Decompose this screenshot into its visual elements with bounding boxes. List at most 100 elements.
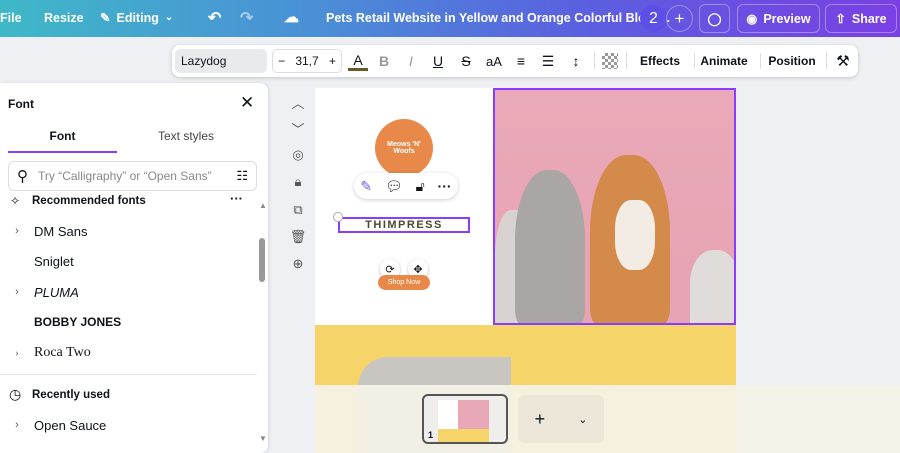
font-size-input[interactable]: 31,7	[295, 54, 318, 68]
chevron-right-icon[interactable]: ›	[0, 419, 34, 431]
comment-button[interactable]: ◯	[699, 4, 730, 33]
italic-icon[interactable]: I	[401, 51, 421, 71]
redo-icon[interactable]: ↷	[240, 8, 253, 28]
pets-photo[interactable]	[493, 88, 736, 325]
paint-roller-icon[interactable]: ⚒	[834, 51, 852, 71]
bold-icon[interactable]: B	[374, 51, 394, 71]
search-icon: ⚲	[17, 168, 28, 185]
animate-button[interactable]: Animate	[700, 53, 748, 69]
divider	[694, 53, 695, 69]
font-label: Open Sauce	[34, 417, 107, 433]
scrollbar-thumb[interactable]	[259, 238, 265, 282]
eye-icon: ◉	[746, 12, 758, 26]
clock-icon: ◷	[9, 386, 22, 402]
recommended-heading: Recommended fonts	[32, 195, 146, 207]
spacing-icon[interactable]: ↕	[566, 51, 586, 71]
font-item-pluma[interactable]: › PLUMA	[0, 278, 250, 306]
chevron-right-icon[interactable]: ›	[0, 347, 34, 359]
duplicate-icon[interactable]: ⧉	[288, 200, 308, 220]
kitten-image	[690, 250, 734, 323]
scroll-up-arrow[interactable]: ▲	[259, 201, 267, 210]
chevron-right-icon[interactable]: ›	[0, 225, 34, 237]
font-item-open-sauce[interactable]: › Open Sauce	[0, 411, 250, 439]
scroll-down-arrow[interactable]: ▼	[259, 434, 267, 443]
filter-icon[interactable]: ☷	[236, 168, 248, 184]
resize-handle[interactable]	[333, 212, 343, 222]
font-label: Sniglet	[34, 253, 74, 269]
hide-icon[interactable]: ◎	[288, 145, 308, 165]
preview-button[interactable]: ◉ Preview	[737, 4, 820, 33]
font-label: PLUMA	[34, 284, 79, 300]
page-strip: 1 + ⌄	[315, 385, 900, 453]
text-color-icon[interactable]: A	[348, 51, 368, 71]
lock-icon[interactable]: 🔒︎	[288, 172, 308, 192]
more-icon[interactable]: ···	[438, 178, 452, 194]
resize-button[interactable]: Resize	[44, 11, 84, 25]
font-search-input[interactable]: ⚲ Try “Calligraphy” or “Open Sans” ☷	[8, 161, 257, 191]
transparency-icon[interactable]	[602, 53, 618, 69]
undo-icon[interactable]: ↶	[208, 8, 221, 28]
position-button[interactable]: Position	[766, 53, 818, 69]
font-label: Roca Two	[34, 345, 91, 360]
chevron-right-icon[interactable]: ›	[0, 286, 34, 298]
divider	[626, 53, 627, 69]
corgi-chest	[615, 200, 655, 270]
search-placeholder: Try “Calligraphy” or “Open Sans”	[38, 169, 212, 183]
panel-title: Font	[8, 97, 34, 111]
magic-edit-icon[interactable]: ✎	[360, 178, 372, 195]
collaborator-count[interactable]: 2	[640, 5, 667, 32]
font-selector[interactable]: Lazydog	[175, 49, 267, 73]
chevron-down-icon[interactable]: ﹀	[288, 118, 308, 138]
effects-button[interactable]: Effects	[634, 53, 686, 69]
add-page-icon[interactable]: ⊕	[288, 254, 308, 274]
letter-case-button[interactable]: aA	[483, 51, 505, 71]
chevron-down-icon[interactable]: ⌄	[578, 413, 587, 426]
divider	[760, 53, 761, 69]
add-page-button[interactable]: +	[535, 409, 546, 430]
editing-label: Editing	[116, 10, 159, 25]
share-label: Share	[851, 11, 887, 26]
top-bar: File Resize ✎ Editing ⌄ ↶ ↷ ☁ Pets Retai…	[0, 0, 900, 37]
font-label: BOBBY JONES	[34, 315, 122, 329]
cloud-saved-icon[interactable]: ☁	[284, 8, 299, 26]
add-page-controls: + ⌄	[518, 395, 604, 443]
pencil-icon: ✎	[100, 11, 111, 25]
increase-size-button[interactable]: +	[329, 54, 336, 68]
font-item-bobby-jones[interactable]: BOBBY JONES	[0, 308, 250, 336]
chevron-up-icon[interactable]: ︿	[288, 92, 308, 112]
underline-icon[interactable]: U	[428, 51, 448, 71]
unlock-icon[interactable]: 🔓︎	[416, 178, 425, 195]
font-panel: Font ✕ Font Text styles ⚲ Try “Calligrap…	[0, 83, 268, 453]
shop-now-button[interactable]: Shop Now	[378, 275, 430, 290]
trash-icon[interactable]: 🗑︎	[288, 227, 308, 247]
font-item-roca-two[interactable]: › Roca Two	[0, 339, 250, 367]
font-item-sniglet[interactable]: Sniglet	[0, 247, 250, 275]
list-icon[interactable]: ☰	[538, 51, 558, 71]
add-comment-icon[interactable]: 💬︎	[385, 178, 403, 195]
file-menu[interactable]: File	[0, 11, 22, 25]
comment-icon: ◯	[707, 12, 722, 26]
document-title[interactable]: Pets Retail Website in Yellow and Orange…	[326, 11, 670, 25]
more-options-icon[interactable]: ···	[230, 191, 243, 206]
share-icon: ⇧	[835, 12, 846, 26]
logo-badge[interactable]: Meows 'N' Woofs	[378, 122, 430, 174]
preview-label: Preview	[763, 11, 811, 26]
font-size-stepper[interactable]: − 31,7 +	[272, 49, 342, 73]
close-icon[interactable]: ✕	[240, 93, 254, 113]
share-button[interactable]: ⇧ Share	[825, 4, 897, 33]
poodle-image	[515, 170, 585, 323]
text-toolbar: Lazydog − 31,7 + A B I U S aA ≡ ☰ ↕ Effe…	[172, 45, 858, 77]
selected-text-element[interactable]: THIMPRESS	[338, 217, 470, 233]
tab-text-styles[interactable]: Text styles	[130, 129, 242, 143]
font-label: DM Sans	[34, 223, 88, 239]
tab-font[interactable]: Font	[8, 129, 117, 153]
page-thumbnail[interactable]: 1	[422, 394, 508, 444]
font-item-dm-sans[interactable]: › DM Sans	[0, 217, 250, 245]
align-center-icon[interactable]: ≡	[511, 51, 531, 71]
add-collaborator-button[interactable]: +	[666, 5, 693, 32]
strikethrough-icon[interactable]: S	[456, 51, 476, 71]
divider	[0, 374, 257, 375]
page-number: 1	[428, 430, 434, 440]
decrease-size-button[interactable]: −	[278, 54, 285, 68]
editing-mode-button[interactable]: ✎ Editing ⌄	[100, 10, 173, 26]
